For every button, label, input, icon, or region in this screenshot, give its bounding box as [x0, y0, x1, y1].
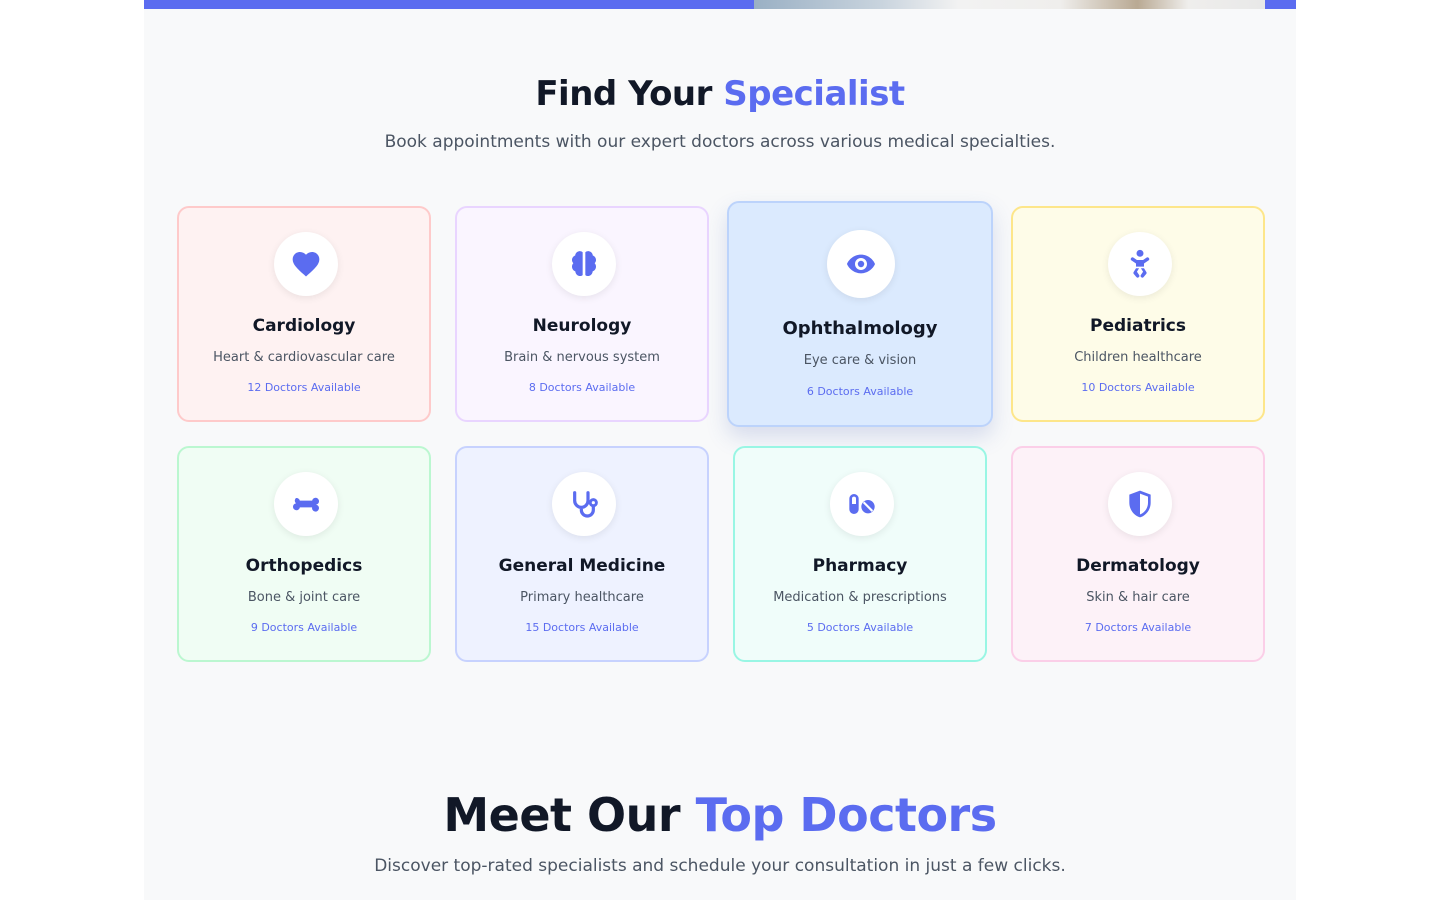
icon-badge: [827, 230, 895, 298]
doctors-available-count: 9 Doctors Available: [250, 621, 358, 634]
doctors-available-count: 6 Doctors Available: [806, 385, 914, 398]
specialty-card-dermatology[interactable]: Dermatology Skin & hair care 7 Doctors A…: [1011, 446, 1265, 662]
stethoscope-icon: [573, 491, 598, 518]
specialty-description: Heart & cardiovascular care: [213, 350, 395, 365]
doctors-available-count: 10 Doctors Available: [1081, 381, 1195, 394]
icon-badge: [274, 472, 338, 536]
icon-badge: [274, 232, 338, 296]
specialty-description: Primary healthcare: [520, 590, 644, 605]
specialty-name: General Medicine: [498, 556, 666, 576]
specialty-name: Dermatology: [1076, 556, 1200, 576]
icon-badge: [830, 472, 894, 536]
specialty-card-orthopedics[interactable]: Orthopedics Bone & joint care 9 Doctors …: [177, 446, 431, 662]
baby-icon: [1130, 249, 1150, 278]
doctors-available-count: 8 Doctors Available: [528, 381, 636, 394]
icon-badge: [552, 232, 616, 296]
specialist-title-main: Find Your: [535, 74, 712, 114]
doctors-title-accent: Top Doctors: [695, 788, 998, 842]
doctors-title-main: Meet Our: [443, 788, 681, 842]
specialty-card-pediatrics[interactable]: Pediatrics Children healthcare 10 Doctor…: [1011, 206, 1265, 422]
pills-icon: [849, 494, 875, 514]
specialty-description: Brain & nervous system: [504, 350, 660, 365]
specialty-card-pharmacy[interactable]: Pharmacy Medication & prescriptions 5 Do…: [733, 446, 987, 662]
specialty-name: Pharmacy: [812, 556, 908, 576]
doctors-available-count: 7 Doctors Available: [1084, 621, 1192, 634]
specialty-name: Orthopedics: [245, 556, 363, 576]
specialty-description: Bone & joint care: [247, 590, 361, 605]
doctors-section-title: Meet Our Top Doctors: [144, 786, 1296, 844]
specialty-card-cardiology[interactable]: Cardiology Heart & cardiovascular care 1…: [177, 206, 431, 422]
icon-badge: [552, 472, 616, 536]
icon-badge: [1108, 232, 1172, 296]
specialty-card-ophthalmology[interactable]: Ophthalmology Eye care & vision 6 Doctor…: [727, 201, 993, 427]
specialty-card-general-medicine[interactable]: General Medicine Primary healthcare 15 D…: [455, 446, 709, 662]
hero-section-edge: [144, 0, 1296, 9]
eye-icon: [847, 254, 875, 274]
specialist-title-accent: Specialist: [723, 74, 905, 114]
specialty-description: Skin & hair care: [1086, 590, 1190, 605]
doctors-available-count: 12 Doctors Available: [247, 381, 361, 394]
specialty-description: Eye care & vision: [803, 353, 917, 368]
doctors-available-count: 5 Doctors Available: [806, 621, 914, 634]
hero-doctor-image: [754, 0, 1265, 9]
shield-icon: [1129, 490, 1151, 518]
heart-icon: [292, 252, 320, 277]
specialty-name: Ophthalmology: [782, 318, 938, 339]
specialty-card-neurology[interactable]: Neurology Brain & nervous system 8 Docto…: [455, 206, 709, 422]
page-container: Find Your Specialist Book appointments w…: [144, 0, 1296, 900]
specialty-name: Pediatrics: [1090, 316, 1186, 336]
specialty-name: Cardiology: [252, 316, 356, 336]
icon-badge: [1108, 472, 1172, 536]
bone-icon: [292, 497, 320, 512]
specialist-section-subtitle: Book appointments with our expert doctor…: [384, 132, 1056, 152]
specialty-description: Children healthcare: [1074, 350, 1202, 365]
doctors-available-count: 15 Doctors Available: [525, 621, 639, 634]
specialty-name: Neurology: [532, 316, 632, 336]
specialty-description: Medication & prescriptions: [773, 590, 947, 605]
specialist-section-title: Find Your Specialist: [144, 72, 1296, 116]
brain-icon: [571, 251, 597, 276]
doctors-section-subtitle: Discover top-rated specialists and sched…: [374, 856, 1066, 876]
